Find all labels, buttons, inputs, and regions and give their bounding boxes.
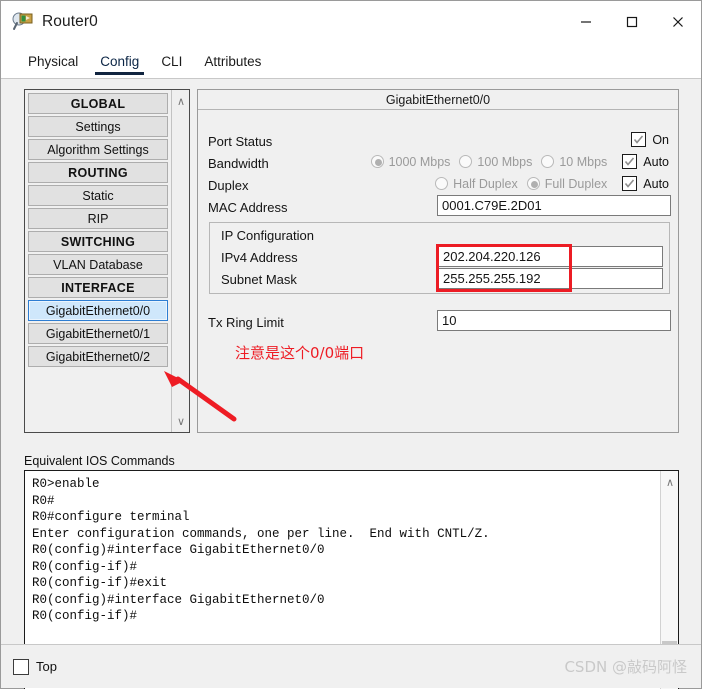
duplex-half-label: Half Duplex	[453, 176, 518, 191]
bandwidth-option-10[interactable]: 10 Mbps	[541, 155, 607, 169]
sidebar-item-settings[interactable]: Settings	[28, 116, 168, 137]
packet-tracer-router-icon	[12, 11, 34, 33]
panel-title: GigabitEthernet0/0	[198, 90, 678, 110]
duplex-auto-checkbox[interactable]	[622, 176, 638, 191]
mac-address-input[interactable]: 0001.C79E.2D01	[437, 195, 671, 216]
window-controls	[563, 1, 701, 42]
tab-bar: Physical Config CLI Attributes	[1, 42, 701, 79]
ios-scroll-up-icon[interactable]: ∧	[661, 473, 679, 491]
panel-body: Port Status On Bandwidth 1000 Mbps 100 M…	[198, 110, 678, 432]
content-area: GLOBAL Settings Algorithm Settings ROUTI…	[1, 79, 701, 689]
bandwidth-100-label: 100 Mbps	[477, 154, 533, 169]
duplex-label: Duplex	[208, 178, 249, 193]
bandwidth-option-100[interactable]: 100 Mbps	[459, 155, 532, 169]
tx-ring-limit-label: Tx Ring Limit	[208, 315, 284, 330]
tab-cli[interactable]: CLI	[150, 54, 193, 78]
radio-full-duplex-icon[interactable]	[526, 177, 540, 190]
sidebar-list: GLOBAL Settings Algorithm Settings ROUTI…	[25, 90, 171, 432]
port-status-label: Port Status	[208, 134, 273, 149]
duplex-option-half[interactable]: Half Duplex	[435, 177, 518, 191]
sidebar-item-gigabitethernet0-1[interactable]: GigabitEthernet0/1	[28, 323, 168, 344]
bottom-bar: Top CSDN @敲码阿怪	[1, 644, 701, 688]
sidebar-header-routing: ROUTING	[28, 162, 168, 183]
bandwidth-control: 1000 Mbps 100 Mbps 10 Mbps Auto	[370, 154, 669, 169]
bandwidth-auto-checkbox[interactable]	[622, 154, 638, 169]
watermark: CSDN @敲码阿怪	[564, 658, 687, 676]
port-status-on-label: On	[652, 132, 669, 147]
scroll-down-icon[interactable]: ∨	[172, 412, 190, 430]
port-status-checkbox[interactable]	[631, 132, 647, 147]
window-title: Router0	[42, 12, 98, 30]
title-bar: Router0	[1, 1, 701, 42]
radio-10mbps-icon[interactable]	[541, 155, 555, 168]
duplex-full-label: Full Duplex	[544, 176, 608, 191]
bandwidth-auto-label: Auto	[643, 154, 669, 169]
top-checkbox[interactable]	[13, 658, 29, 675]
tab-physical[interactable]: Physical	[17, 54, 89, 78]
bandwidth-label: Bandwidth	[208, 156, 269, 171]
config-sidebar: GLOBAL Settings Algorithm Settings ROUTI…	[24, 89, 190, 433]
ip-configuration-group: IP Configuration IPv4 Address 202.204.22…	[209, 222, 670, 294]
ipv4-address-label: IPv4 Address	[221, 250, 298, 265]
tab-config[interactable]: Config	[89, 54, 150, 78]
sidebar-item-gigabitethernet0-2[interactable]: GigabitEthernet0/2	[28, 346, 168, 367]
sidebar-header-interface: INTERFACE	[28, 277, 168, 298]
port-status-control: On	[625, 132, 669, 147]
sidebar-item-algorithm-settings[interactable]: Algorithm Settings	[28, 139, 168, 160]
sidebar-header-global: GLOBAL	[28, 93, 168, 114]
bandwidth-10-label: 10 Mbps	[559, 154, 608, 169]
top-label: Top	[36, 659, 57, 674]
sidebar-item-static[interactable]: Static	[28, 185, 168, 206]
ip-configuration-title: IP Configuration	[221, 228, 314, 243]
annotation-text: 注意是这个0/0端口	[235, 344, 365, 362]
mac-address-label: MAC Address	[208, 200, 288, 215]
close-button[interactable]	[655, 1, 701, 42]
bandwidth-1000-label: 1000 Mbps	[388, 154, 451, 169]
radio-100mbps-icon[interactable]	[459, 155, 473, 168]
sidebar-scrollbar[interactable]: ∧ ∨	[171, 90, 189, 432]
sidebar-item-rip[interactable]: RIP	[28, 208, 168, 229]
interface-config-panel: GigabitEthernet0/0 Port Status On Bandwi…	[197, 89, 679, 433]
sidebar-item-vlan-database[interactable]: VLAN Database	[28, 254, 168, 275]
ipv4-address-input[interactable]: 202.204.220.126	[438, 246, 663, 267]
maximize-button[interactable]	[609, 1, 655, 42]
ios-commands-label: Equivalent IOS Commands	[24, 454, 175, 468]
tab-attributes[interactable]: Attributes	[193, 54, 272, 78]
subnet-mask-label: Subnet Mask	[221, 272, 297, 287]
duplex-auto-label: Auto	[643, 176, 669, 191]
sidebar-item-gigabitethernet0-0[interactable]: GigabitEthernet0/0	[28, 300, 168, 321]
bandwidth-option-1000[interactable]: 1000 Mbps	[370, 154, 451, 169]
radio-1000mbps-icon[interactable]	[370, 155, 384, 168]
sidebar-header-switching: SWITCHING	[28, 231, 168, 252]
duplex-option-full[interactable]: Full Duplex	[526, 176, 608, 191]
minimize-button[interactable]	[563, 1, 609, 42]
duplex-control: Half Duplex Full Duplex Auto	[435, 176, 669, 191]
router-config-window: Router0 Physical Config CLI Attributes G…	[0, 0, 702, 689]
radio-half-duplex-icon[interactable]	[435, 177, 449, 190]
subnet-mask-input[interactable]: 255.255.255.192	[438, 268, 663, 289]
scroll-up-icon[interactable]: ∧	[172, 92, 190, 110]
top-checkbox-group[interactable]: Top	[13, 658, 57, 675]
tx-ring-limit-input[interactable]: 10	[437, 310, 671, 331]
